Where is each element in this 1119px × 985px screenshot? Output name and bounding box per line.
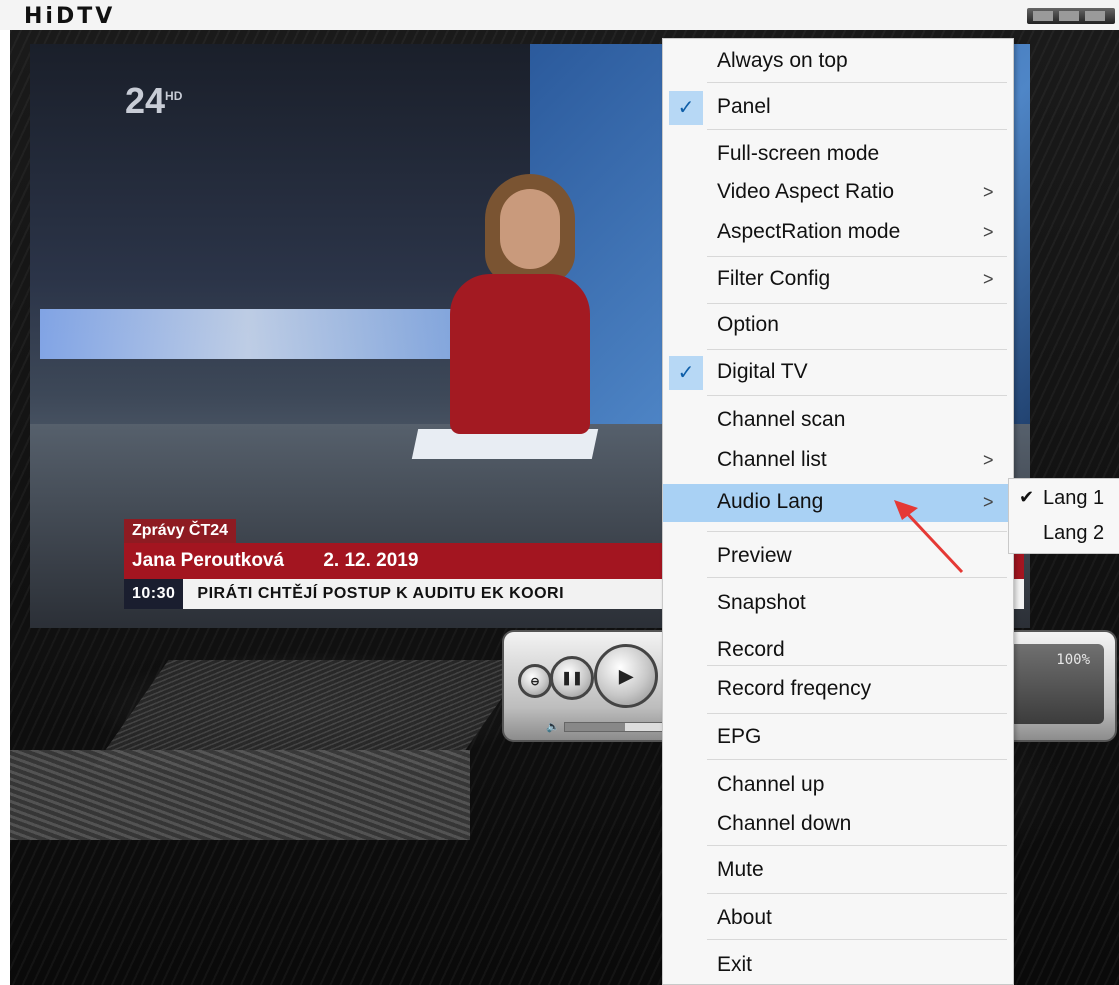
menu-item-epg[interactable]: EPG	[663, 719, 1013, 757]
menu-item-channel-down[interactable]: Channel down	[663, 806, 1013, 844]
menu-separator	[707, 395, 1007, 396]
app-title: HiDTV	[24, 4, 116, 29]
menu-separator	[707, 713, 1007, 714]
maximize-icon[interactable]	[1059, 11, 1079, 21]
menu-item-label: Filter Config	[717, 267, 831, 290]
menu-item-label: Exit	[717, 953, 753, 976]
presenter-body	[450, 274, 590, 434]
menu-item-option[interactable]: Option	[663, 307, 1013, 345]
menu-separator	[707, 759, 1007, 760]
menu-item-label: Record freqency	[717, 677, 872, 700]
menu-item-label: Full-screen mode	[717, 142, 880, 165]
menu-item-label: Panel	[717, 95, 771, 118]
window-controls[interactable]	[1027, 8, 1115, 24]
broadcast-date: 2. 12. 2019	[323, 550, 419, 571]
menu-item-label: Always on top	[717, 49, 848, 72]
menu-item-about[interactable]: About	[663, 900, 1013, 938]
background-texture-band	[10, 750, 470, 840]
menu-item-channel-list[interactable]: Channel list >	[663, 442, 1013, 480]
stop-button[interactable]: ⊖	[518, 664, 552, 698]
menu-item-full-screen-mode[interactable]: Full-screen mode	[663, 136, 1013, 174]
play-button[interactable]: ▶	[594, 644, 658, 708]
checkmark-icon: ✔	[1019, 487, 1035, 507]
volume-slider[interactable]	[564, 722, 666, 732]
menu-item-label: AspectRation mode	[717, 220, 901, 243]
ticker-time: 10:30	[124, 579, 184, 609]
menu-item-label: Channel list	[717, 448, 827, 471]
channel-logo: 24HD	[125, 80, 183, 121]
menu-item-digital-tv[interactable]: ✓ Digital TV	[663, 354, 1013, 392]
audio-lang-submenu: ✔ Lang 1 Lang 2	[1008, 478, 1119, 554]
presenter-name: Jana Peroutková	[132, 550, 285, 571]
menu-item-label: Audio Lang	[717, 490, 824, 513]
menu-item-channel-up[interactable]: Channel up	[663, 767, 1013, 805]
menu-separator	[707, 129, 1007, 130]
menu-item-label: Snapshot	[717, 591, 806, 614]
chevron-right-icon: >	[983, 269, 994, 289]
menu-item-label: Mute	[717, 858, 764, 881]
checkmark-icon: ✓	[669, 91, 703, 125]
submenu-item-lang-2[interactable]: Lang 2	[1009, 517, 1119, 551]
chevron-right-icon: >	[983, 222, 994, 242]
submenu-item-label: Lang 2	[1043, 522, 1105, 544]
menu-separator	[707, 349, 1007, 350]
menu-separator	[707, 82, 1007, 83]
menu-item-label: Video Aspect Ratio	[717, 180, 895, 203]
menu-item-label: Option	[717, 313, 779, 336]
ticker-text: PIRÁTI CHTĚJÍ POSTUP K AUDITU EK KOORI	[197, 585, 565, 602]
menu-item-label: Record	[717, 638, 785, 661]
pause-button[interactable]: ❚❚	[550, 656, 594, 700]
annotation-arrow	[894, 500, 964, 574]
menu-item-video-aspect-ratio[interactable]: Video Aspect Ratio >	[663, 174, 1013, 212]
menu-separator	[707, 845, 1007, 846]
checkmark-icon: ✓	[669, 356, 703, 390]
minimize-icon[interactable]	[1033, 11, 1053, 21]
menu-separator	[707, 303, 1007, 304]
menu-separator	[707, 665, 1007, 666]
title-bar: HiDTV	[0, 0, 1119, 30]
menu-item-label: Preview	[717, 544, 792, 567]
chevron-right-icon: >	[983, 492, 994, 512]
submenu-item-lang-1[interactable]: ✔ Lang 1	[1009, 482, 1119, 516]
menu-item-label: EPG	[717, 725, 762, 748]
menu-item-label: About	[717, 906, 772, 929]
menu-separator	[707, 939, 1007, 940]
zoom-level: 100%	[1056, 652, 1090, 668]
menu-separator	[707, 256, 1007, 257]
menu-separator	[707, 893, 1007, 894]
close-icon[interactable]	[1085, 11, 1105, 21]
chevron-right-icon: >	[983, 450, 994, 470]
menu-item-mute[interactable]: Mute	[663, 852, 1013, 890]
menu-item-panel[interactable]: ✓ Panel	[663, 89, 1013, 127]
menu-item-channel-scan[interactable]: Channel scan	[663, 402, 1013, 440]
presenter-head	[500, 189, 560, 269]
show-tag: Zprávy ČT24	[124, 519, 237, 543]
zoom-display: 100%	[1009, 644, 1104, 724]
menu-item-label: Channel scan	[717, 408, 846, 431]
submenu-item-label: Lang 1	[1043, 487, 1105, 509]
menu-item-record-freqency[interactable]: Record freqency	[663, 671, 1013, 709]
chevron-right-icon: >	[983, 182, 994, 202]
menu-item-label: Channel down	[717, 812, 852, 835]
menu-item-snapshot[interactable]: Snapshot	[663, 585, 1013, 623]
menu-item-exit[interactable]: Exit	[663, 947, 1013, 985]
menu-item-filter-config[interactable]: Filter Config >	[663, 261, 1013, 299]
menu-item-always-on-top[interactable]: Always on top	[663, 43, 1013, 81]
menu-item-aspectration-mode[interactable]: AspectRation mode >	[663, 214, 1013, 252]
menu-item-label: Channel up	[717, 773, 825, 796]
volume-slider-fill	[565, 723, 625, 731]
volume-icon: 🔈	[546, 721, 560, 733]
menu-item-label: Digital TV	[717, 360, 808, 383]
